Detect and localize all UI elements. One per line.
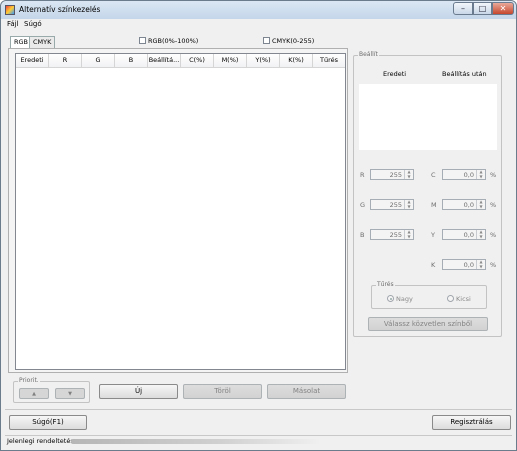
g-value: 255 — [389, 201, 402, 209]
priority-legend: Priorit. — [18, 377, 40, 384]
spin-buttons[interactable]: ▲ ▼ — [476, 169, 485, 180]
status-text: Jelenlegi rendeltetés — [7, 437, 74, 445]
settings-legend: Beállít — [358, 51, 379, 58]
priority-down-button[interactable]: ▼ — [55, 388, 85, 399]
original-label: Eredeti — [383, 70, 407, 78]
window-title: Alternatív színkezelés — [19, 5, 101, 14]
spin-buttons[interactable]: ▲ ▼ — [404, 229, 413, 240]
spin-down-icon[interactable]: ▼ — [477, 264, 485, 270]
b-label: B — [360, 231, 365, 239]
column-header-original[interactable]: Eredeti — [16, 54, 49, 68]
new-button[interactable]: Új — [99, 384, 178, 399]
arrow-down-icon: ▼ — [68, 391, 72, 397]
r-value: 255 — [389, 171, 402, 179]
y-label: Y — [431, 231, 435, 239]
priority-up-button[interactable]: ▲ — [19, 388, 49, 399]
column-header-tolerance[interactable]: Tűrés — [313, 54, 345, 68]
column-header-setting[interactable]: Beállítá... — [148, 54, 181, 68]
spin-down-icon[interactable]: ▼ — [477, 174, 485, 180]
column-header-y[interactable]: Y(%) — [247, 54, 280, 68]
tolerance-legend: Tűrés — [376, 281, 395, 288]
help-button[interactable]: Súgó(F1) — [9, 415, 87, 430]
m-value: 0,0 — [463, 201, 474, 209]
status-bar: Jelenlegi rendeltetés — [5, 435, 512, 446]
b-value: 255 — [389, 231, 402, 239]
k-spinbox[interactable]: 0,0 ▲ ▼ — [442, 259, 486, 270]
k-unit: % — [490, 261, 497, 269]
tolerance-high-radio[interactable]: Nagy — [387, 295, 413, 303]
copy-button[interactable]: Másolat — [267, 384, 346, 399]
spin-down-icon[interactable]: ▼ — [405, 204, 413, 210]
c-label: C — [431, 171, 436, 179]
g-spinbox[interactable]: 255 ▲ ▼ — [370, 199, 414, 210]
tolerance-low-label: Kicsi — [456, 295, 471, 303]
c-spinbox[interactable]: 0,0 ▲ ▼ — [442, 169, 486, 180]
spin-buttons[interactable]: ▲ ▼ — [476, 199, 485, 210]
spin-buttons[interactable]: ▲ ▼ — [476, 259, 485, 270]
spin-buttons[interactable]: ▲ ▼ — [404, 199, 413, 210]
y-unit: % — [490, 231, 497, 239]
spin-down-icon[interactable]: ▼ — [477, 204, 485, 210]
title-bar: Alternatív színkezelés – □ ✕ — [1, 1, 516, 19]
spin-buttons[interactable]: ▲ ▼ — [476, 229, 485, 240]
after-setting-label: Beállítás után — [442, 70, 487, 78]
spin-down-icon[interactable]: ▼ — [405, 234, 413, 240]
checkbox-box[interactable] — [139, 37, 146, 44]
m-unit: % — [490, 201, 497, 209]
y-spinbox[interactable]: 0,0 ▲ ▼ — [442, 229, 486, 240]
menu-file[interactable]: Fájl — [7, 20, 19, 28]
tolerance-group: Tűrés Nagy Kicsi — [371, 281, 487, 309]
column-header-r[interactable]: R — [49, 54, 82, 68]
column-header-m[interactable]: M(%) — [214, 54, 247, 68]
color-list-panel: Eredeti R G B Beállítá... C(%) M(%) Y(%)… — [8, 48, 348, 373]
tolerance-high-label: Nagy — [396, 295, 413, 303]
m-spinbox[interactable]: 0,0 ▲ ▼ — [442, 199, 486, 210]
table-header: Eredeti R G B Beállítá... C(%) M(%) Y(%)… — [16, 54, 345, 68]
maximize-button[interactable]: □ — [473, 2, 492, 15]
close-button[interactable]: ✕ — [492, 2, 514, 15]
radio-unselected-icon[interactable] — [447, 295, 454, 302]
k-value: 0,0 — [463, 261, 474, 269]
status-progress-bar — [71, 439, 321, 444]
arrow-up-icon: ▲ — [32, 391, 36, 397]
k-label: K — [431, 261, 436, 269]
menu-help[interactable]: Súgó — [24, 20, 42, 28]
cmyk-range-label: CMYK(0-255) — [272, 37, 315, 45]
checkbox-box[interactable] — [263, 37, 270, 44]
rgb-percent-label: RGB(0%-100%) — [148, 37, 199, 45]
column-header-k[interactable]: K(%) — [280, 54, 313, 68]
color-table[interactable]: Eredeti R G B Beállítá... C(%) M(%) Y(%)… — [15, 53, 346, 370]
priority-group: Priorit. ▲ ▼ — [13, 377, 90, 403]
radio-selected-icon[interactable] — [387, 295, 394, 302]
r-spinbox[interactable]: 255 ▲ ▼ — [370, 169, 414, 180]
register-button[interactable]: Regisztrálás — [432, 415, 511, 430]
delete-button[interactable]: Töröl — [183, 384, 262, 399]
m-label: M — [431, 201, 437, 209]
r-label: R — [360, 171, 365, 179]
separator — [5, 409, 512, 410]
app-icon — [5, 5, 15, 15]
spin-down-icon[interactable]: ▼ — [405, 174, 413, 180]
spin-buttons[interactable]: ▲ ▼ — [404, 169, 413, 180]
g-label: G — [360, 201, 366, 209]
color-preview — [359, 84, 497, 150]
minimize-button[interactable]: – — [453, 2, 473, 15]
cmyk-range-checkbox[interactable]: CMYK(0-255) — [263, 37, 314, 46]
tolerance-low-radio[interactable]: Kicsi — [447, 295, 471, 303]
rgb-percent-checkbox[interactable]: RGB(0%-100%) — [139, 37, 198, 46]
y-value: 0,0 — [463, 231, 474, 239]
app-window: Alternatív színkezelés – □ ✕ Fájl Súgó R… — [0, 0, 517, 451]
settings-group: Beállít Eredeti Beállítás után R 255 ▲ ▼ … — [353, 51, 502, 337]
c-unit: % — [490, 171, 497, 179]
column-header-c[interactable]: C(%) — [181, 54, 214, 68]
tab-cmyk[interactable]: CMYK — [29, 36, 56, 48]
menu-bar: Fájl Súgó — [2, 19, 515, 30]
c-value: 0,0 — [463, 171, 474, 179]
column-header-g[interactable]: G — [82, 54, 115, 68]
select-direct-color-button[interactable]: Válassz közvetlen színből — [368, 317, 488, 331]
column-header-b[interactable]: B — [115, 54, 148, 68]
b-spinbox[interactable]: 255 ▲ ▼ — [370, 229, 414, 240]
spin-down-icon[interactable]: ▼ — [477, 234, 485, 240]
